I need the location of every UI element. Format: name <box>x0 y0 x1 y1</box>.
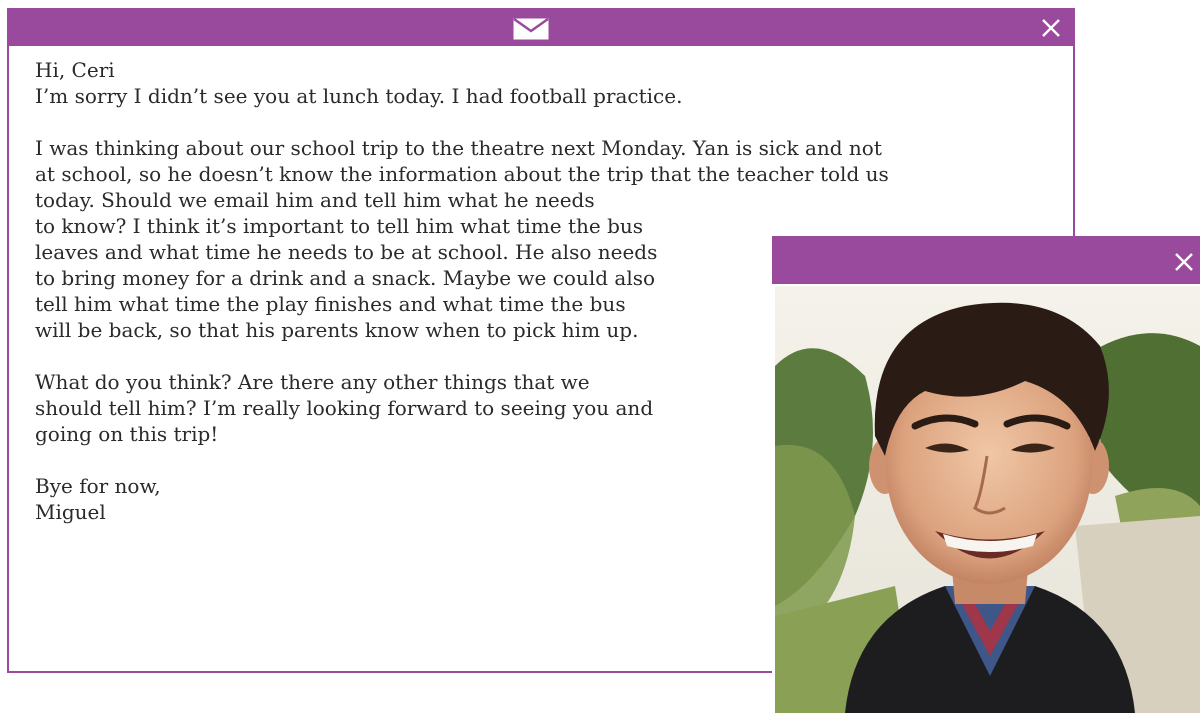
envelope-icon <box>513 18 549 40</box>
profile-photo <box>775 286 1200 713</box>
photo-window <box>772 236 1200 713</box>
email-line: I was thinking about our school trip to … <box>35 136 882 160</box>
close-icon[interactable] <box>1039 16 1063 40</box>
email-titlebar <box>9 10 1073 46</box>
email-line: at school, so he doesn’t know the inform… <box>35 162 889 186</box>
photo-titlebar <box>772 236 1200 284</box>
email-greeting: Hi, Ceri <box>35 58 115 82</box>
portrait-image <box>775 286 1200 713</box>
email-line: today. Should we email him and tell him … <box>35 188 595 212</box>
email-line: I’m sorry I didn’t see you at lunch toda… <box>35 84 683 108</box>
close-icon[interactable] <box>1172 250 1196 274</box>
